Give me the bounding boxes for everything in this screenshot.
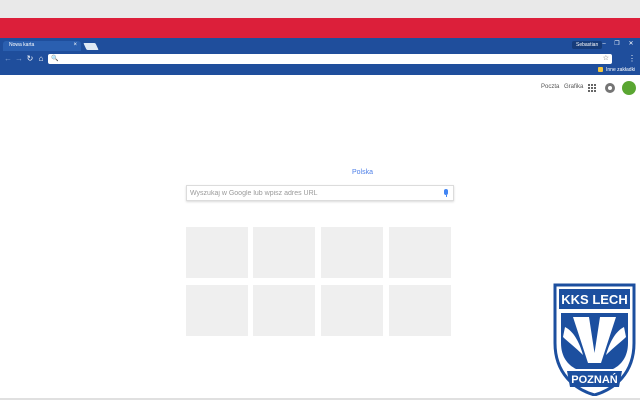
tab-new-tab[interactable]: Nowa karta × xyxy=(3,41,81,51)
tab-close-icon[interactable]: × xyxy=(73,41,77,50)
address-bar[interactable]: 🔍 ☆ xyxy=(48,54,612,64)
new-tab-button[interactable] xyxy=(83,43,99,50)
search-icon: 🔍 xyxy=(51,56,59,62)
apps-grid-icon[interactable] xyxy=(587,83,597,93)
other-bookmarks-button[interactable]: Inne zakładki xyxy=(606,66,635,74)
crest-text-bottom: POZNAŃ xyxy=(571,373,618,386)
restore-icon[interactable]: ❐ xyxy=(612,40,622,49)
star-icon[interactable]: ☆ xyxy=(603,54,609,64)
gmail-link[interactable]: Poczta xyxy=(541,84,559,90)
menu-dots-icon[interactable]: ⋮ xyxy=(628,53,636,65)
avatar[interactable] xyxy=(622,81,636,95)
microphone-icon[interactable] xyxy=(443,189,449,198)
notifications-icon[interactable] xyxy=(605,83,615,93)
most-visited-tile[interactable] xyxy=(321,227,383,278)
images-link[interactable]: Grafika xyxy=(564,84,583,90)
home-icon[interactable]: ⌂ xyxy=(36,53,46,65)
folder-icon xyxy=(598,67,603,72)
tab-title: Nowa karta xyxy=(9,42,35,48)
reload-icon[interactable]: ↻ xyxy=(25,53,35,65)
kks-lech-crest-logo: KKS LECH POZNAŃ xyxy=(553,283,636,396)
most-visited-tile[interactable] xyxy=(186,285,248,336)
profile-button[interactable]: Sebastian xyxy=(572,41,603,49)
desktop-top-strip xyxy=(0,0,640,18)
search-input[interactable] xyxy=(190,188,440,199)
most-visited-tile[interactable] xyxy=(253,227,315,278)
most-visited-tile[interactable] xyxy=(186,227,248,278)
most-visited-tile[interactable] xyxy=(389,227,451,278)
most-visited-tile[interactable] xyxy=(253,285,315,336)
most-visited-tile[interactable] xyxy=(321,285,383,336)
toolbar: ← → ↻ ⌂ 🔍 ☆ ⋮ xyxy=(0,52,640,66)
back-arrow-icon[interactable]: ← xyxy=(3,53,13,65)
bookmarks-bar: Inne zakładki xyxy=(0,66,640,75)
minimize-icon[interactable]: – xyxy=(599,40,609,49)
close-window-icon[interactable]: ✕ xyxy=(626,40,636,49)
forward-arrow-icon[interactable]: → xyxy=(14,53,24,65)
theme-red-band xyxy=(0,18,640,38)
browser-chrome: Nowa karta × Sebastian – ❐ ✕ ← → ↻ ⌂ 🔍 ☆… xyxy=(0,38,640,75)
ntp-search-box[interactable] xyxy=(186,185,454,201)
tab-strip: Nowa karta × Sebastian – ❐ ✕ xyxy=(0,38,640,51)
most-visited-tile[interactable] xyxy=(389,285,451,336)
google-region-label: Polska xyxy=(352,169,374,176)
crest-text-top: KKS LECH xyxy=(561,292,627,307)
